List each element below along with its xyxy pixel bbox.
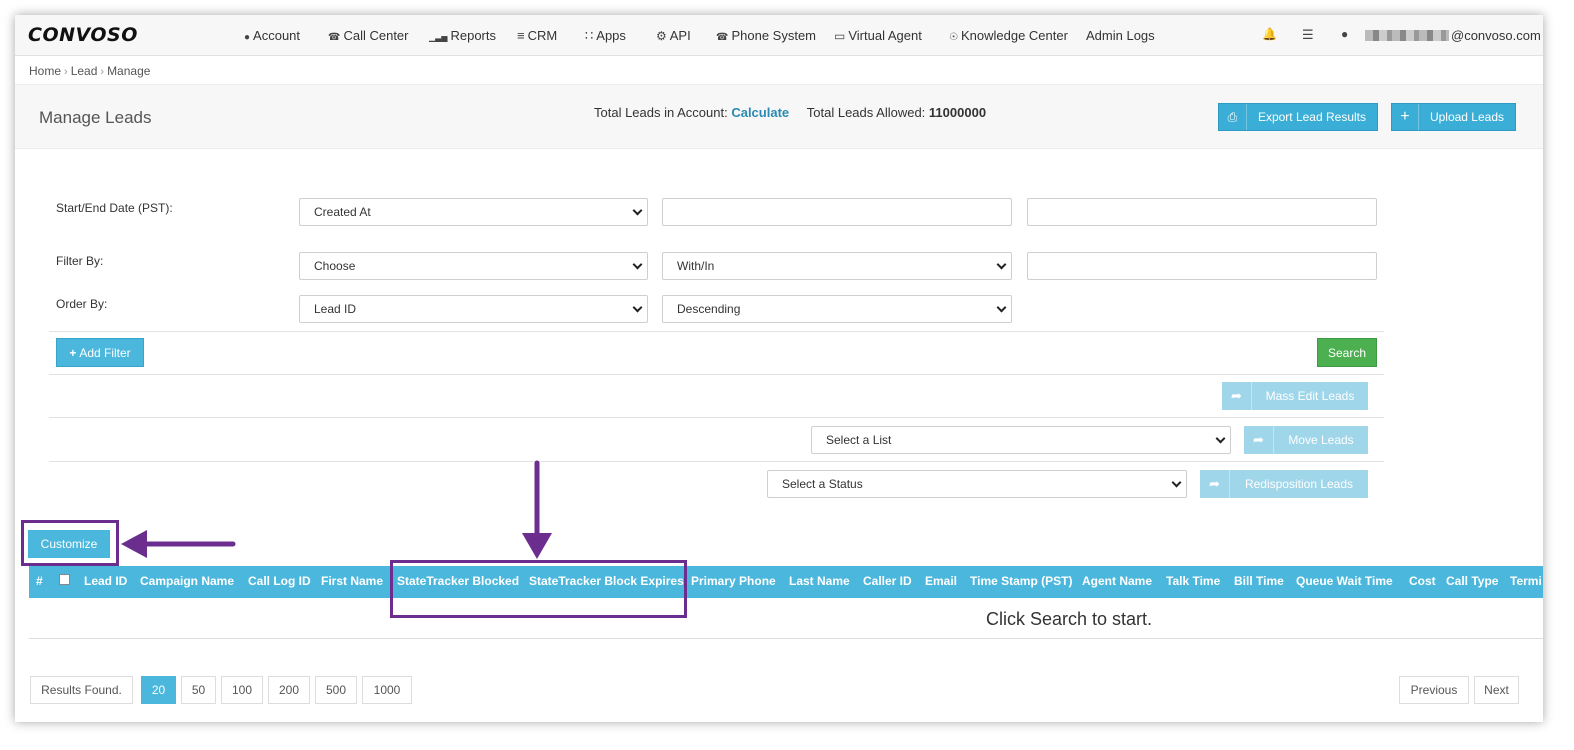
left-arrow-icon	[121, 530, 236, 558]
app-window: CONVOSO ● Account ☎ Call Center ▁▃▅ Reports…	[15, 15, 1543, 722]
down-arrow-icon	[522, 460, 552, 559]
annotation-arrows	[121, 460, 552, 559]
